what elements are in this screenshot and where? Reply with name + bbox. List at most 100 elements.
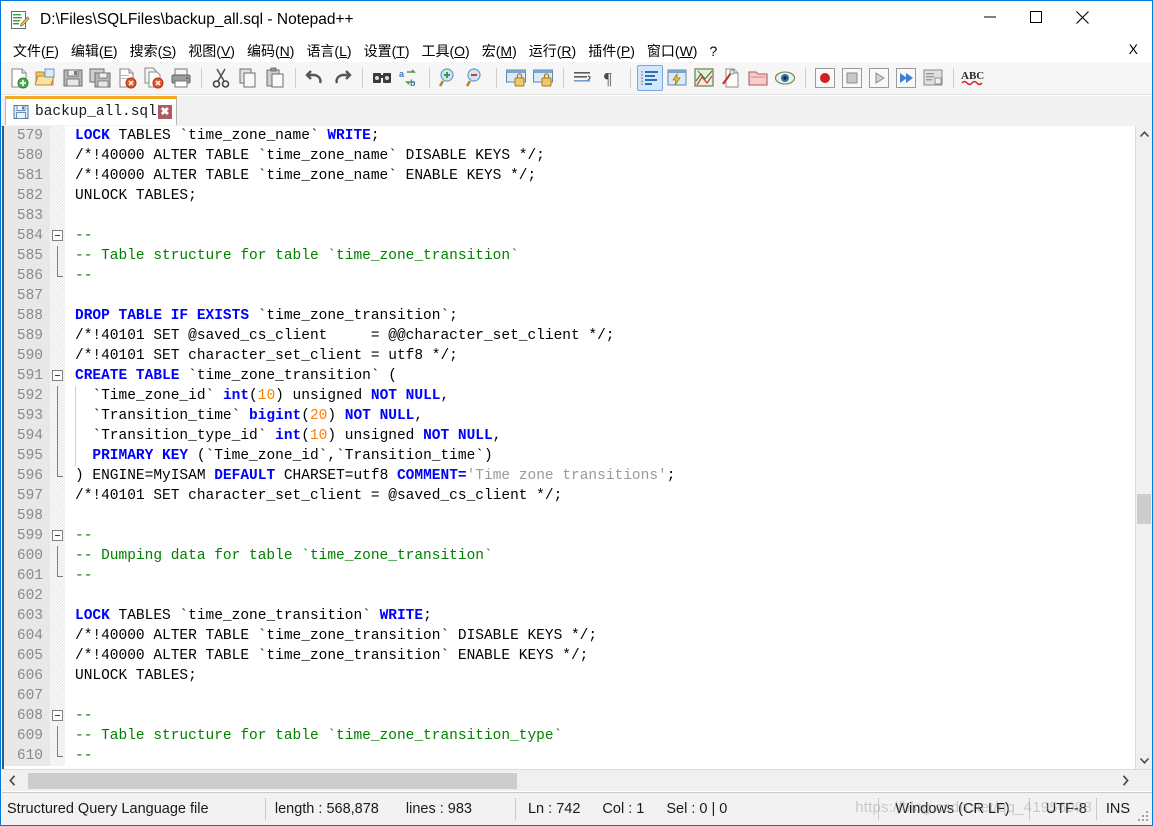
code-line[interactable]: 586 --	[4, 266, 1135, 286]
code-text[interactable]: ) ENGINE=MyISAM DEFAULT CHARSET=utf8 COM…	[65, 466, 1135, 486]
menu-view[interactable]: 视图(V)	[182, 40, 241, 62]
code-text[interactable]: LOCK TABLES `time_zone_name` WRITE;	[65, 126, 1135, 146]
code-line[interactable]: 585 -- Table structure for table `time_zo…	[4, 246, 1135, 266]
fold-margin[interactable]	[50, 646, 65, 666]
menu-plugins[interactable]: 插件(P)	[582, 40, 641, 62]
code-text[interactable]	[65, 586, 1135, 606]
fold-margin[interactable]	[50, 566, 65, 586]
fold-margin[interactable]	[50, 506, 65, 526]
replace-icon[interactable]: a b	[396, 65, 422, 91]
code-line[interactable]: 595 PRIMARY KEY (`Time_zone_id`,`Transit…	[4, 446, 1135, 466]
run-macro-multiple-icon[interactable]	[893, 65, 919, 91]
menu-macro[interactable]: 宏(M)	[476, 40, 523, 62]
fold-margin[interactable]	[50, 586, 65, 606]
code-line[interactable]: 589 /*!40101 SET @saved_cs_client = @@cha…	[4, 326, 1135, 346]
menu-edit[interactable]: 编辑(E)	[65, 40, 124, 62]
code-text[interactable]: -- Table structure for table `time_zone_…	[65, 726, 1135, 746]
code-line[interactable]: 597 /*!40101 SET character_set_client = @…	[4, 486, 1135, 506]
save-macro-icon[interactable]	[920, 65, 946, 91]
scroll-down-arrow-icon[interactable]	[1136, 752, 1152, 769]
code-line[interactable]: 579 LOCK TABLES `time_zone_name` WRITE;	[4, 126, 1135, 146]
code-line[interactable]: 609 -- Table structure for table `time_zo…	[4, 726, 1135, 746]
undo-icon[interactable]	[302, 65, 328, 91]
code-text[interactable]: /*!40101 SET @saved_cs_client = @@charac…	[65, 326, 1135, 346]
code-line[interactable]: 591 CREATE TABLE `time_zone_transition` (	[4, 366, 1135, 386]
code-text[interactable]: /*!40000 ALTER TABLE `time_zone_name` DI…	[65, 146, 1135, 166]
code-line[interactable]: 581 /*!40000 ALTER TABLE `time_zone_name`…	[4, 166, 1135, 186]
menu-encoding[interactable]: 编码(N)	[241, 40, 300, 62]
horizontal-scrollbar[interactable]	[2, 769, 1152, 791]
zoom-out-icon[interactable]	[463, 65, 489, 91]
code-text[interactable]: /*!40000 ALTER TABLE `time_zone_transiti…	[65, 626, 1135, 646]
fold-margin[interactable]	[50, 446, 65, 466]
print-icon[interactable]	[168, 65, 194, 91]
code-line[interactable]: 582 UNLOCK TABLES;	[4, 186, 1135, 206]
code-editor[interactable]: 579 LOCK TABLES `time_zone_name` WRITE; 58…	[2, 126, 1152, 769]
sync-horizontal-scroll-icon[interactable]	[530, 65, 556, 91]
code-text[interactable]: `Transition_time` bigint(20) NOT NULL,	[65, 406, 1135, 426]
code-text[interactable]: PRIMARY KEY (`Time_zone_id`,`Transition_…	[65, 446, 1135, 466]
document-map-icon[interactable]	[691, 65, 717, 91]
code-text[interactable]: `Time_zone_id` int(10) unsigned NOT NULL…	[65, 386, 1135, 406]
code-text[interactable]: UNLOCK TABLES;	[65, 186, 1135, 206]
fold-margin[interactable]	[50, 326, 65, 346]
fold-collapse-icon[interactable]	[52, 230, 63, 241]
fold-margin[interactable]	[50, 226, 65, 246]
code-text[interactable]: --	[65, 266, 1135, 286]
new-file-icon[interactable]	[6, 65, 32, 91]
sync-vertical-scroll-icon[interactable]	[503, 65, 529, 91]
code-line[interactable]: 593 `Transition_time` bigint(20) NOT NUL…	[4, 406, 1135, 426]
code-text[interactable]: -- Dumping data for table `time_zone_tra…	[65, 546, 1135, 566]
save-all-icon[interactable]	[87, 65, 113, 91]
menu-settings[interactable]: 设置(T)	[358, 40, 416, 62]
code-text[interactable]: UNLOCK TABLES;	[65, 666, 1135, 686]
fold-margin[interactable]	[50, 186, 65, 206]
menu-language[interactable]: 语言(L)	[300, 40, 357, 62]
fold-margin[interactable]	[50, 366, 65, 386]
code-line[interactable]: 590 /*!40101 SET character_set_client = u…	[4, 346, 1135, 366]
close-all-files-icon[interactable]	[141, 65, 167, 91]
code-text[interactable]: /*!40101 SET character_set_client = @sav…	[65, 486, 1135, 506]
tab-backup-all-sql[interactable]: backup_all.sql ✖	[5, 96, 177, 125]
show-all-characters-icon[interactable]: ¶	[597, 65, 623, 91]
code-line[interactable]: 600 -- Dumping data for table `time_zone_…	[4, 546, 1135, 566]
code-line[interactable]: 602	[4, 586, 1135, 606]
code-text[interactable]: --	[65, 566, 1135, 586]
monitoring-icon[interactable]	[772, 65, 798, 91]
paste-icon[interactable]	[262, 65, 288, 91]
code-text[interactable]	[65, 506, 1135, 526]
code-text[interactable]: /*!40000 ALTER TABLE `time_zone_transiti…	[65, 646, 1135, 666]
code-text[interactable]: -- Table structure for table `time_zone_…	[65, 246, 1135, 266]
code-line[interactable]: 598	[4, 506, 1135, 526]
fold-margin[interactable]	[50, 146, 65, 166]
close-document-button[interactable]: X	[1129, 41, 1138, 57]
code-text[interactable]: LOCK TABLES `time_zone_transition` WRITE…	[65, 606, 1135, 626]
fold-margin[interactable]	[50, 246, 65, 266]
code-text[interactable]: --	[65, 746, 1135, 766]
code-line[interactable]: 608 --	[4, 706, 1135, 726]
code-text[interactable]	[65, 686, 1135, 706]
code-line[interactable]: 587	[4, 286, 1135, 306]
fold-margin[interactable]	[50, 306, 65, 326]
menu-help[interactable]: ?	[703, 42, 723, 60]
fold-margin[interactable]	[50, 166, 65, 186]
copy-icon[interactable]	[235, 65, 261, 91]
code-line[interactable]: 594 `Transition_type_id` int(10) unsigne…	[4, 426, 1135, 446]
code-text[interactable]: /*!40101 SET character_set_client = utf8…	[65, 346, 1135, 366]
redo-icon[interactable]	[329, 65, 355, 91]
fold-margin[interactable]	[50, 526, 65, 546]
code-line[interactable]: 607	[4, 686, 1135, 706]
code-line[interactable]: 604 /*!40000 ALTER TABLE `time_zone_trans…	[4, 626, 1135, 646]
code-text[interactable]	[65, 206, 1135, 226]
close-file-icon[interactable]	[114, 65, 140, 91]
user-defined-language-icon[interactable]	[664, 65, 690, 91]
vertical-scrollbar[interactable]	[1135, 126, 1152, 769]
minimize-button[interactable]	[967, 1, 1013, 33]
fold-margin[interactable]	[50, 486, 65, 506]
fold-margin[interactable]	[50, 466, 65, 486]
play-macro-icon[interactable]	[866, 65, 892, 91]
menu-search[interactable]: 搜索(S)	[124, 40, 183, 62]
fold-collapse-icon[interactable]	[52, 370, 63, 381]
record-macro-icon[interactable]	[812, 65, 838, 91]
menu-run[interactable]: 运行(R)	[523, 40, 582, 62]
